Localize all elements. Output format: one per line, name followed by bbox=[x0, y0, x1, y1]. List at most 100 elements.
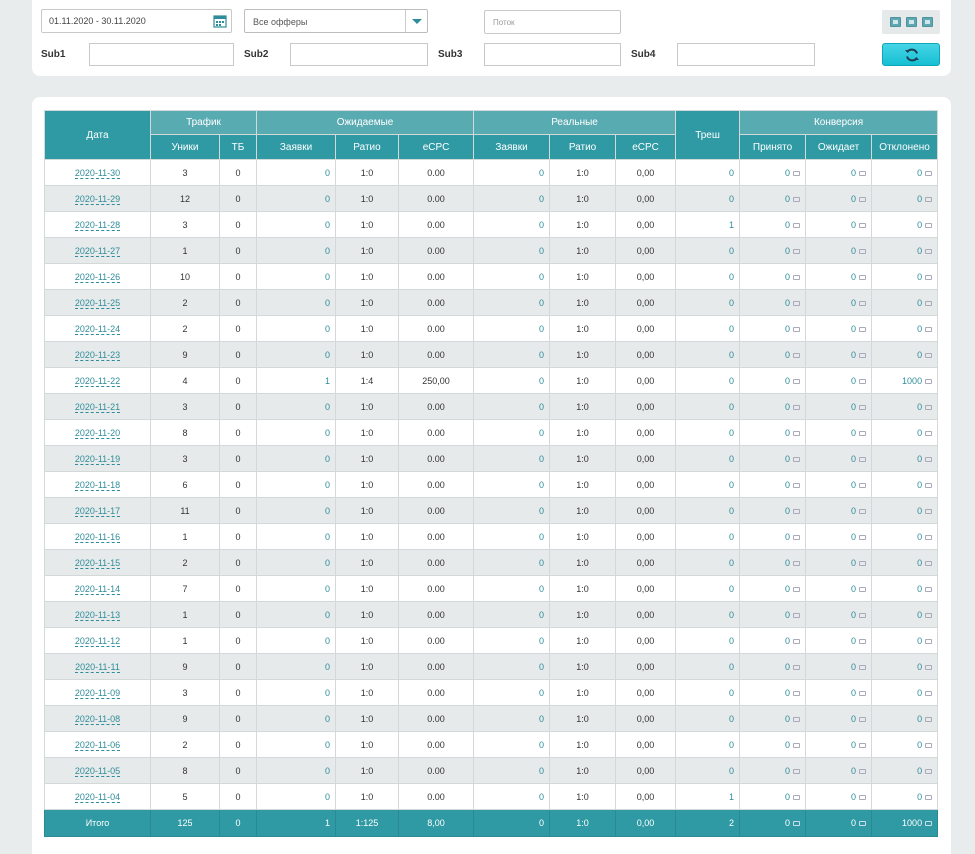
cell-exp-leads[interactable]: 0 bbox=[256, 783, 337, 810]
cell-real-leads[interactable]: 0 bbox=[473, 237, 551, 264]
cell-real-leads[interactable]: 0 bbox=[473, 653, 551, 680]
sub2-input[interactable] bbox=[290, 43, 428, 66]
cell-exp-leads[interactable]: 0 bbox=[256, 705, 337, 732]
cell-trash[interactable]: 0 bbox=[675, 575, 741, 602]
cell-accepted[interactable]: 0 bbox=[739, 653, 807, 680]
cell-exp-leads[interactable]: 1 bbox=[256, 367, 337, 394]
cell-pending[interactable]: 0 bbox=[805, 731, 873, 758]
cell-accepted[interactable]: 0 bbox=[739, 471, 807, 498]
comment-icon[interactable] bbox=[793, 326, 801, 332]
date-link[interactable]: 2020-11-08 bbox=[74, 713, 121, 725]
cell-pending[interactable]: 0 bbox=[805, 679, 873, 706]
cell-pending[interactable]: 0 bbox=[805, 211, 873, 238]
cell-trash[interactable]: 0 bbox=[675, 445, 741, 472]
cell-pending[interactable]: 0 bbox=[805, 393, 873, 420]
comment-icon[interactable] bbox=[859, 404, 867, 410]
cell-accepted[interactable]: 0 bbox=[739, 367, 807, 394]
col-real-ratio[interactable]: Ратио bbox=[549, 134, 617, 160]
comment-icon[interactable] bbox=[925, 742, 933, 748]
comment-icon[interactable] bbox=[925, 612, 933, 618]
cell-pending[interactable]: 0 bbox=[805, 159, 873, 186]
date-link[interactable]: 2020-11-12 bbox=[74, 635, 121, 647]
date-link[interactable]: 2020-11-23 bbox=[74, 349, 121, 361]
comment-icon[interactable] bbox=[859, 690, 867, 696]
cell-trash[interactable]: 0 bbox=[675, 497, 741, 524]
comment-icon[interactable] bbox=[859, 716, 867, 722]
comment-icon[interactable] bbox=[793, 170, 801, 176]
date-link[interactable]: 2020-11-30 bbox=[74, 167, 121, 179]
cell-trash[interactable]: 0 bbox=[675, 263, 741, 290]
cell-rejected[interactable]: 0 bbox=[871, 419, 939, 446]
cell-accepted[interactable]: 0 bbox=[739, 523, 807, 550]
cell-accepted[interactable]: 0 bbox=[739, 289, 807, 316]
comment-icon[interactable] bbox=[925, 508, 933, 514]
cell-accepted[interactable]: 0 bbox=[739, 315, 807, 342]
cell-accepted[interactable]: 0 bbox=[739, 159, 807, 186]
cell-rejected[interactable]: 0 bbox=[871, 653, 939, 680]
comment-icon[interactable] bbox=[859, 612, 867, 618]
comment-icon[interactable] bbox=[925, 534, 933, 540]
cell-trash[interactable]: 0 bbox=[675, 653, 741, 680]
stream-field[interactable] bbox=[484, 10, 621, 34]
cell-real-leads[interactable]: 0 bbox=[473, 263, 551, 290]
comment-icon[interactable] bbox=[925, 430, 933, 436]
comment-icon[interactable] bbox=[925, 638, 933, 644]
cell-real-leads[interactable]: 0 bbox=[473, 159, 551, 186]
cell-accepted[interactable]: 0 bbox=[739, 237, 807, 264]
cell-rejected[interactable]: 0 bbox=[871, 523, 939, 550]
col-exp-ratio[interactable]: Ратио bbox=[335, 134, 400, 160]
cell-accepted[interactable]: 0 bbox=[739, 705, 807, 732]
comment-icon[interactable] bbox=[793, 612, 801, 618]
comment-icon[interactable] bbox=[793, 274, 801, 280]
calendar-icon[interactable] bbox=[213, 14, 227, 28]
cell-real-leads[interactable]: 0 bbox=[473, 393, 551, 420]
cell-exp-leads[interactable]: 0 bbox=[256, 627, 337, 654]
cell-real-leads[interactable]: 0 bbox=[473, 523, 551, 550]
comment-icon[interactable] bbox=[793, 794, 801, 800]
cell-real-leads[interactable]: 0 bbox=[473, 445, 551, 472]
cell-pending[interactable]: 0 bbox=[805, 419, 873, 446]
comment-icon[interactable] bbox=[859, 430, 867, 436]
cell-real-leads[interactable]: 0 bbox=[473, 497, 551, 524]
cell-rejected[interactable]: 0 bbox=[871, 757, 939, 784]
cell-accepted[interactable]: 0 bbox=[739, 445, 807, 472]
date-link[interactable]: 2020-11-25 bbox=[74, 297, 121, 309]
cell-accepted[interactable]: 0 bbox=[739, 757, 807, 784]
comment-icon[interactable] bbox=[793, 378, 801, 384]
date-link[interactable]: 2020-11-06 bbox=[74, 739, 121, 751]
cell-real-leads[interactable]: 0 bbox=[473, 731, 551, 758]
table-export-icon[interactable] bbox=[922, 17, 933, 27]
cell-rejected[interactable]: 0 bbox=[871, 159, 939, 186]
comment-icon[interactable] bbox=[925, 274, 933, 280]
cell-pending[interactable]: 0 bbox=[805, 315, 873, 342]
cell-pending[interactable]: 0 bbox=[805, 653, 873, 680]
cell-pending[interactable]: 0 bbox=[805, 341, 873, 368]
cell-real-leads[interactable]: 0 bbox=[473, 601, 551, 628]
cell-rejected[interactable]: 0 bbox=[871, 575, 939, 602]
comment-icon[interactable] bbox=[859, 742, 867, 748]
comment-icon[interactable] bbox=[925, 300, 933, 306]
col-trash[interactable]: Треш bbox=[675, 110, 741, 160]
comment-icon[interactable] bbox=[925, 352, 933, 358]
comment-icon[interactable] bbox=[925, 690, 933, 696]
cell-trash[interactable]: 0 bbox=[675, 159, 741, 186]
cell-accepted[interactable]: 0 bbox=[739, 731, 807, 758]
comment-icon[interactable] bbox=[925, 586, 933, 592]
cell-real-leads[interactable]: 0 bbox=[473, 783, 551, 810]
comment-icon[interactable] bbox=[859, 768, 867, 774]
comment-icon[interactable] bbox=[859, 300, 867, 306]
cell-pending[interactable]: 0 bbox=[805, 549, 873, 576]
date-link[interactable]: 2020-11-26 bbox=[74, 271, 121, 283]
cell-pending[interactable]: 0 bbox=[805, 237, 873, 264]
date-link[interactable]: 2020-11-16 bbox=[74, 531, 121, 543]
comment-icon[interactable] bbox=[925, 196, 933, 202]
cell-trash[interactable]: 0 bbox=[675, 601, 741, 628]
comment-icon[interactable] bbox=[925, 794, 933, 800]
cell-trash[interactable]: 1 bbox=[675, 211, 741, 238]
comment-icon[interactable] bbox=[793, 352, 801, 358]
cell-accepted[interactable]: 0 bbox=[739, 627, 807, 654]
cell-real-leads[interactable]: 0 bbox=[473, 471, 551, 498]
cell-real-leads[interactable]: 0 bbox=[473, 627, 551, 654]
cell-rejected[interactable]: 0 bbox=[871, 237, 939, 264]
cell-accepted[interactable]: 0 bbox=[739, 263, 807, 290]
